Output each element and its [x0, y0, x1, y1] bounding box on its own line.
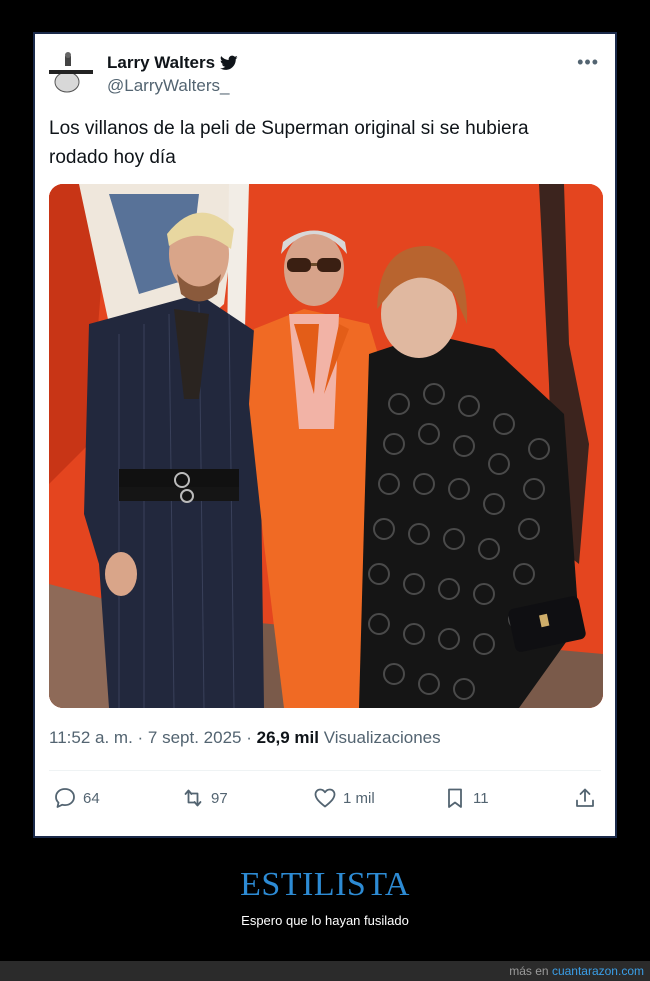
caption-subtitle: Espero que lo hayan fusilado — [241, 913, 409, 928]
retweet-button[interactable]: 97 — [181, 786, 228, 810]
tweet-time[interactable]: 11:52 a. m. — [49, 728, 133, 747]
meta-separator: · — [137, 728, 148, 747]
reply-button[interactable]: 64 — [53, 786, 100, 810]
share-icon — [576, 788, 594, 807]
reply-icon — [55, 788, 75, 808]
bookmark-icon — [448, 788, 462, 808]
tweet-card: Larry Walters @LarryWalters_ ••• Los vil… — [33, 32, 617, 838]
footer-site-link[interactable]: cuantarazon.com — [552, 964, 644, 978]
reply-count: 64 — [83, 789, 100, 807]
tweet-meta: 11:52 a. m. · 7 sept. 2025 · 26,9 mil Vi… — [49, 728, 441, 748]
footer-bar: más en cuantarazon.com — [0, 961, 650, 981]
author-name[interactable]: Larry Walters — [107, 53, 215, 73]
avatar-illustration-icon — [47, 50, 95, 98]
heart-icon — [314, 788, 336, 808]
like-button[interactable]: 1 mil — [313, 786, 375, 810]
tweet-text: Los villanos de la peli de Superman orig… — [49, 118, 529, 168]
photo-image — [49, 184, 603, 708]
share-button[interactable] — [573, 786, 597, 810]
bookmark-button[interactable]: 11 — [443, 786, 489, 810]
footer-text: más en cuantarazon.com — [509, 964, 644, 978]
avatar[interactable] — [47, 50, 95, 98]
retweet-icon — [184, 789, 202, 807]
bird-icon — [220, 55, 238, 70]
views-count: 26,9 mil — [256, 728, 319, 747]
name-row: Larry Walters — [107, 53, 238, 73]
tweet-header: Larry Walters @LarryWalters_ ••• — [47, 50, 603, 100]
divider — [49, 770, 601, 771]
more-options-icon[interactable]: ••• — [577, 52, 599, 73]
like-count: 1 mil — [343, 789, 375, 807]
meta-separator: · — [246, 728, 257, 747]
views-label: Visualizaciones — [323, 728, 441, 747]
retweet-count: 97 — [211, 789, 228, 807]
tweet-date[interactable]: 7 sept. 2025 — [148, 728, 242, 747]
action-bar: 64 97 1 mil 11 — [53, 786, 597, 816]
bookmark-count: 11 — [473, 789, 489, 807]
author-handle[interactable]: @LarryWalters_ — [107, 76, 229, 96]
caption-title: ESTILISTA — [240, 866, 410, 903]
footer-prefix: más en — [509, 964, 549, 978]
tweet-photo[interactable] — [49, 184, 603, 708]
